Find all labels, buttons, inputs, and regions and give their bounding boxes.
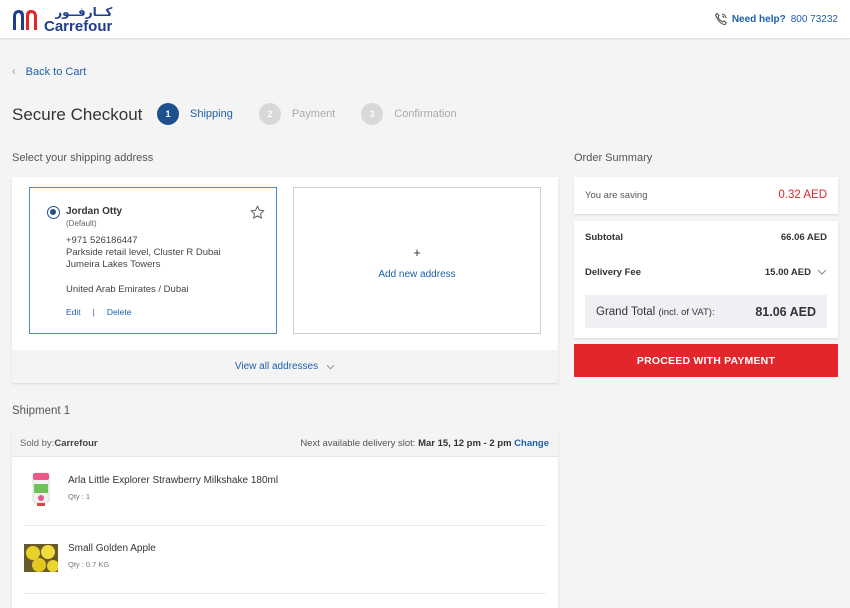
shipping-address-heading: Select your shipping address: [12, 152, 154, 164]
delivery-fee-label: Delivery Fee: [585, 267, 641, 278]
item-name: Small Golden Apple: [68, 543, 156, 554]
delivery-slot-value: Mar 15, 12 pm - 2 pm: [418, 438, 512, 449]
help-contact[interactable]: Need help? 800 73232: [714, 12, 838, 26]
view-all-addresses-button[interactable]: View all addresses: [12, 350, 558, 383]
saving-label: You are saving: [585, 190, 648, 201]
shipment-heading: Shipment 1: [12, 405, 71, 417]
subtotal-label: Subtotal: [585, 232, 623, 243]
grand-total-value: 81.06 AED: [755, 305, 816, 319]
step-shipping: 1 Shipping: [157, 103, 233, 125]
back-to-cart-label: Back to Cart: [25, 66, 87, 78]
list-item: Small Golden Apple Qty : 0.7 KG: [24, 526, 546, 594]
step-confirmation: 3 Confirmation: [361, 103, 457, 125]
seller-name: Carrefour: [54, 438, 98, 449]
delivery-fee-value: 15.00 AED: [764, 267, 811, 278]
logo-arabic-text: كــارفــور: [55, 5, 113, 19]
savings-box: You are saving 0.32 AED: [574, 177, 838, 214]
delete-address-link[interactable]: Delete: [107, 307, 132, 317]
step-label: Confirmation: [394, 108, 457, 120]
grand-total-label: Grand Total (incl. of VAT):: [596, 306, 715, 318]
order-summary-heading: Order Summary: [574, 152, 653, 164]
back-to-cart-link[interactable]: ‹ Back to Cart: [12, 66, 86, 78]
delivery-slot-label: Next available delivery slot:: [300, 438, 416, 449]
apple-product-image: [24, 544, 58, 572]
subtotal-value: 66.06 AED: [780, 232, 827, 243]
address-card-selected[interactable]: Jordan Otty (Default) +971 526186447 Par…: [29, 187, 277, 334]
page-title: Secure Checkout: [12, 105, 143, 124]
step-label: Payment: [291, 108, 336, 120]
shipment-header: Sold by:Carrefour Next available deliver…: [12, 429, 558, 457]
totals-box: Subtotal 66.06 AED Delivery Fee 15.00 AE…: [574, 221, 838, 338]
chevron-down-icon[interactable]: [817, 269, 827, 275]
top-header: كــارفــور Carrefour Need help? 800 7323…: [0, 0, 850, 39]
action-separator: |: [92, 307, 95, 317]
proceed-with-payment-button[interactable]: PROCEED WITH PAYMENT: [574, 344, 838, 377]
address-default-tag: (Default): [66, 219, 97, 228]
chevron-left-icon: ‹: [12, 66, 16, 78]
address-line-1: Parkside retail level, Cluster R Dubai: [66, 247, 221, 258]
sold-by-label: Sold by:: [20, 438, 55, 449]
delivery-slot: Next available delivery slot: Mar 15, 12…: [300, 438, 549, 449]
shipment-panel: Sold by:Carrefour Next available deliver…: [12, 429, 558, 608]
checkout-stepper: 1 Shipping 2 Payment 3 Confirmation: [157, 103, 483, 125]
help-phone[interactable]: 800 73232: [791, 14, 838, 25]
carrefour-logo[interactable]: كــارفــور Carrefour: [12, 6, 112, 34]
address-country-city: United Arab Emirates / Dubai: [66, 284, 189, 295]
view-all-addresses-label: View all addresses: [234, 361, 319, 372]
grand-total-note: (incl. of VAT):: [658, 307, 715, 318]
change-slot-link[interactable]: Change: [514, 438, 549, 449]
chevron-down-icon: [326, 364, 335, 369]
grand-total-row: Grand Total (incl. of VAT): 81.06 AED: [585, 295, 827, 328]
add-new-address-card[interactable]: + Add new address: [293, 187, 541, 334]
add-new-address-label: Add new address: [378, 269, 456, 280]
address-line-2: Jumeira Lakes Towers: [66, 259, 161, 270]
step-number: 1: [157, 103, 179, 125]
address-name: Jordan Otty: [66, 206, 123, 217]
plus-icon: +: [413, 245, 421, 260]
help-label: Need help?: [731, 13, 786, 25]
logo-english-text: Carrefour: [44, 18, 113, 35]
step-label: Shipping: [190, 108, 233, 120]
address-radio[interactable]: [47, 206, 60, 219]
item-name: Arla Little Explorer Strawberry Milkshak…: [68, 475, 279, 486]
step-number: 3: [361, 103, 384, 125]
carrefour-logo-icon: [13, 10, 37, 30]
step-number: 2: [258, 103, 281, 125]
edit-address-link[interactable]: Edit: [66, 307, 81, 317]
address-panel: Jordan Otty (Default) +971 526186447 Par…: [12, 177, 558, 383]
star-icon[interactable]: [250, 205, 265, 220]
sold-by: Sold by:Carrefour: [20, 438, 98, 449]
saving-value: 0.32 AED: [778, 189, 827, 201]
phone-icon: [714, 12, 727, 26]
step-payment: 2 Payment: [258, 103, 336, 125]
item-qty: Qty : 0.7 KG: [68, 560, 110, 569]
item-qty: Qty : 1: [68, 492, 91, 501]
milkshake-product-image: [32, 472, 50, 506]
grand-total-text: Grand Total: [596, 306, 656, 318]
address-phone: +971 526186447: [66, 235, 138, 246]
list-item: Arla Little Explorer Strawberry Milkshak…: [24, 458, 546, 526]
